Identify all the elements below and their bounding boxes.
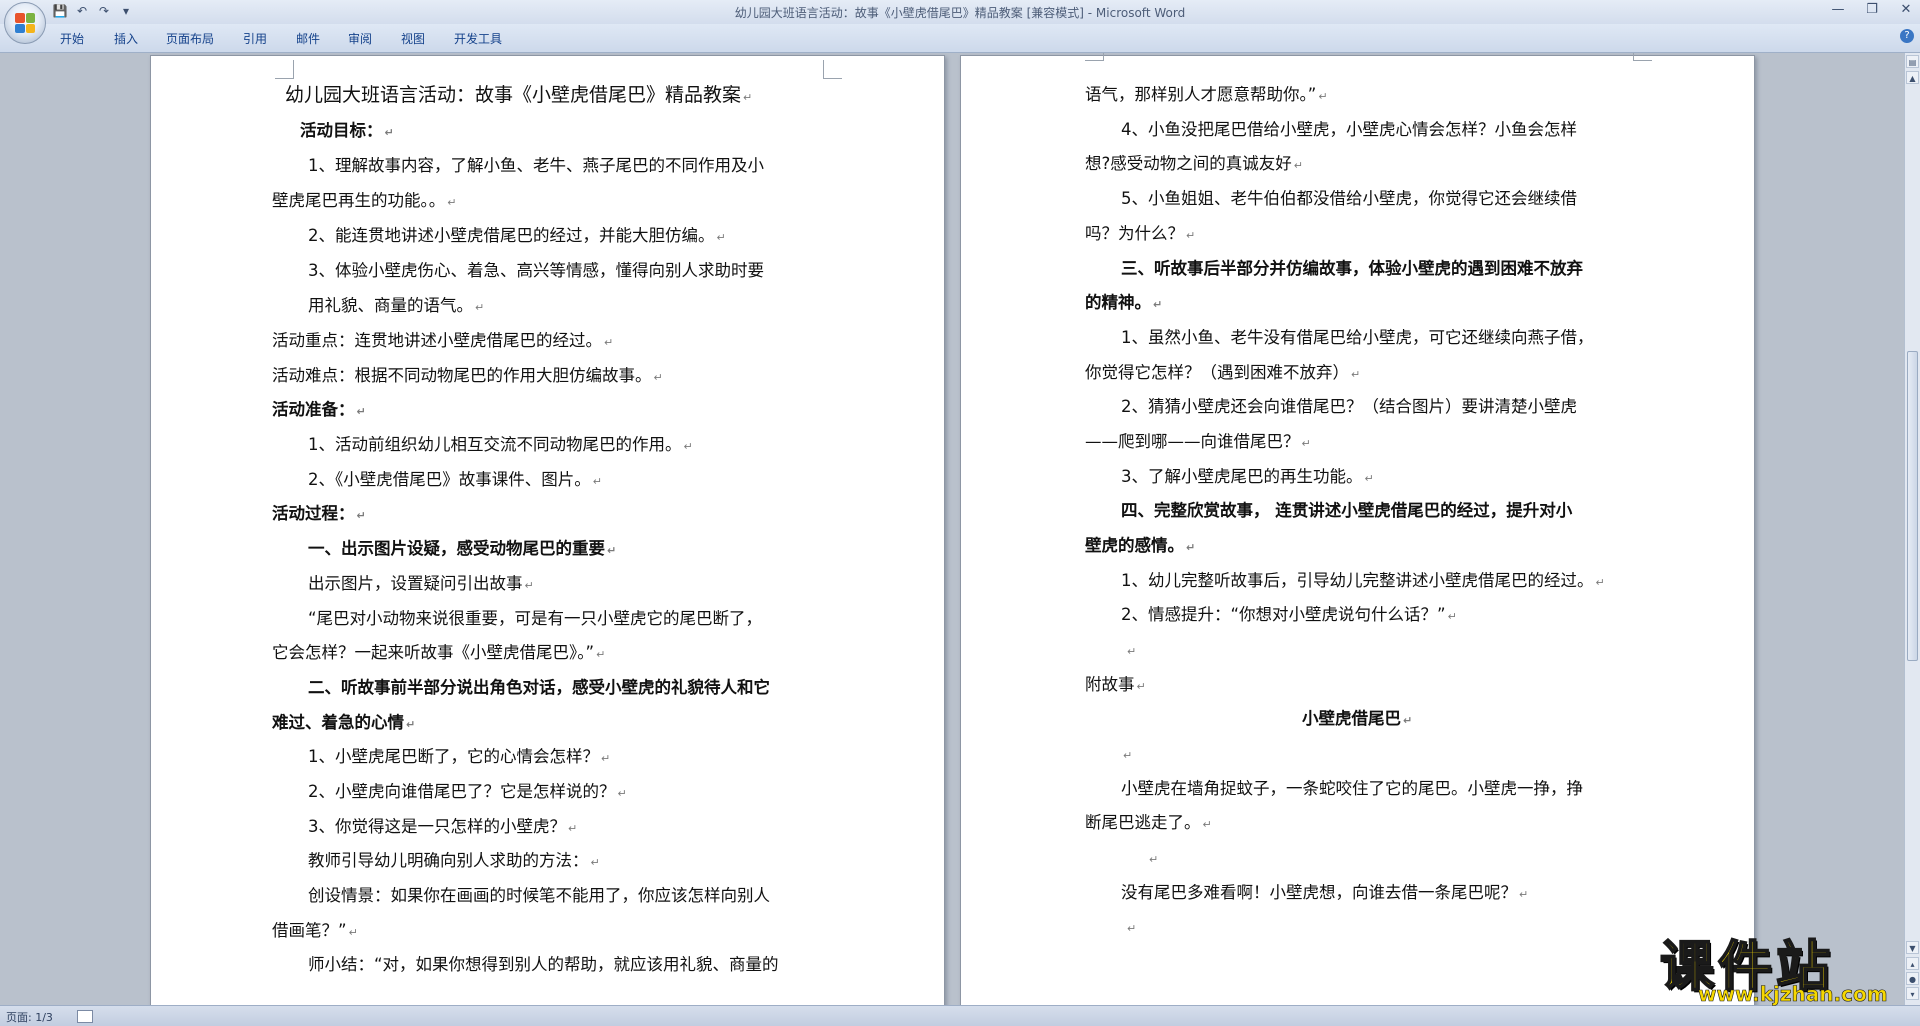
doc-paragraph: 3、了解小壁虎尾巴的再生功能。 ↵ <box>1121 467 1374 486</box>
document-workspace: 幼儿园大班语言活动：故事《小壁虎借尾巴》精品教案 ↵ 活动目标： ↵ 1、理解故事内… <box>0 53 1905 1005</box>
close-icon[interactable]: ✕ <box>1898 2 1914 17</box>
office-logo-icon <box>15 13 35 33</box>
doc-paragraph: 附故事 ↵ <box>1085 675 1146 694</box>
doc-paragraph: 的精神。 ↵ <box>1085 293 1163 312</box>
doc-paragraph: 难过、着急的心情 ↵ <box>272 713 416 732</box>
doc-paragraph: 2、猜猜小壁虎还会向谁借尾巴？（结合图片）要讲清楚小壁虎 <box>1121 397 1577 416</box>
doc-paragraph: 它会怎样？一起来听故事《小壁虎借尾巴》。” ↵ <box>272 643 606 662</box>
story-title: 小壁虎借尾巴 ↵ <box>1302 709 1413 728</box>
page-count[interactable]: 页面: 1/3 <box>6 1009 53 1025</box>
scroll-up-icon[interactable]: ▲ <box>1906 71 1919 84</box>
doc-paragraph: 你觉得它怎样？（遇到困难不放弃） ↵ <box>1085 363 1361 382</box>
window-controls: — ❐ ✕ <box>1830 2 1914 17</box>
doc-paragraph: 2、情感提升：“你想对小壁虎说句什么话？” ↵ <box>1121 605 1457 624</box>
doc-paragraph: 想?感受动物之间的真诚友好 ↵ <box>1085 154 1303 173</box>
document-page-2[interactable]: 语气，那样别人才愿意帮助你。” ↵ 4、小鱼没把尾巴借给小壁虎，小壁虎心情会怎样？… <box>960 53 1755 1005</box>
tab-developer[interactable]: 开发工具 <box>454 30 502 47</box>
proofing-icon[interactable] <box>77 1010 93 1023</box>
window-title: 幼儿园大班语言活动：故事《小壁虎借尾巴》精品教案 [兼容模式] - Micros… <box>734 6 1186 20</box>
watermark-url: www.kjzhan.com <box>1698 982 1888 1007</box>
doc-paragraph: 四、完整欣赏故事， 连贯讲述小壁虎借尾巴的经过，提升对小 <box>1121 501 1573 520</box>
vertical-scrollbar[interactable]: ▤ ▲ ▼ ▴ ● ▾ <box>1904 53 1920 1005</box>
tab-mailings[interactable]: 邮件 <box>296 30 320 47</box>
doc-paragraph: 语气，那样别人才愿意帮助你。” ↵ <box>1085 85 1328 104</box>
help-icon[interactable]: ? <box>1900 29 1914 43</box>
ribbon-tabs: 开始 插入 页面布局 引用 邮件 审阅 视图 开发工具 ? <box>0 24 1920 53</box>
doc-paragraph: 吗？为什么？ ↵ <box>1085 224 1196 243</box>
empty-paragraph: ↵ <box>1127 645 1137 658</box>
margin-marker <box>1085 53 1104 61</box>
document-page-1[interactable]: 幼儿园大班语言活动：故事《小壁虎借尾巴》精品教案 ↵ 活动目标： ↵ 1、理解故事内… <box>150 55 945 1005</box>
title-bar: 💾 ↶ ↷ ▾ 幼儿园大班语言活动：故事《小壁虎借尾巴》精品教案 [兼容模式] … <box>0 0 1920 25</box>
margin-marker <box>1633 53 1652 61</box>
doc-paragraph: 没有尾巴多难看啊！小壁虎想，向谁去借一条尾巴呢？ ↵ <box>1121 883 1529 902</box>
tab-review[interactable]: 审阅 <box>348 30 372 47</box>
margin-marker <box>823 60 842 79</box>
doc-paragraph: 借画笔？” ↵ <box>272 921 358 940</box>
watermark-logo: 课件站 www.kjzhan.com <box>1658 922 1920 1006</box>
doc-paragraph: 壁虎的感情。 ↵ <box>1085 536 1196 555</box>
margin-marker <box>275 60 294 79</box>
doc-paragraph: 三、听故事后半部分并仿编故事，体验小壁虎的遇到困难不放弃 <box>1121 259 1583 278</box>
doc-paragraph: 断尾巴逃走了。 ↵ <box>1085 813 1212 832</box>
empty-paragraph: ↵ <box>1149 853 1159 866</box>
tab-home[interactable]: 开始 <box>60 30 84 47</box>
doc-paragraph: 小壁虎在墙角捉蚊子，一条蛇咬住了它的尾巴。小壁虎一挣，挣 <box>1121 779 1583 798</box>
tab-view[interactable]: 视图 <box>401 30 425 47</box>
restore-icon[interactable]: ❐ <box>1864 2 1880 17</box>
minimize-icon[interactable]: — <box>1830 2 1846 17</box>
doc-paragraph: 4、小鱼没把尾巴借给小壁虎，小壁虎心情会怎样？小鱼会怎样 <box>1121 120 1577 139</box>
office-button[interactable] <box>4 2 46 44</box>
doc-paragraph: ——爬到哪——向谁借尾巴？ ↵ <box>1085 432 1311 451</box>
doc-paragraph: 活动重点：连贯地讲述小壁虎借尾巴的经过。 ↵ <box>272 331 614 350</box>
scrollbar-thumb[interactable] <box>1907 351 1918 661</box>
tab-insert[interactable]: 插入 <box>114 30 138 47</box>
doc-paragraph: 活动过程： ↵ <box>272 504 366 523</box>
doc-paragraph: 1、幼儿完整听故事后，引导幼儿完整讲述小壁虎借尾巴的经过。 ↵ <box>1121 571 1605 590</box>
doc-paragraph: 壁虎尾巴再生的功能。。 ↵ <box>272 191 457 210</box>
doc-paragraph: 1、虽然小鱼、老牛没有借尾巴给小壁虎，可它还继续向燕子借， <box>1121 328 1594 347</box>
tab-references[interactable]: 引用 <box>243 30 267 47</box>
tab-page-layout[interactable]: 页面布局 <box>166 30 214 47</box>
doc-paragraph: 5、小鱼姐姐、老牛伯伯都没借给小壁虎，你觉得它还会继续借 <box>1121 189 1577 208</box>
ruler-toggle-icon[interactable]: ▤ <box>1906 55 1919 68</box>
status-bar: 页面: 1/3 <box>0 1005 1920 1026</box>
doc-paragraph: 活动准备： ↵ <box>272 400 366 419</box>
doc-paragraph: 活动难点：根据不同动物尾巴的作用大胆仿编故事。 ↵ <box>272 366 663 385</box>
empty-paragraph: ↵ <box>1123 749 1133 762</box>
